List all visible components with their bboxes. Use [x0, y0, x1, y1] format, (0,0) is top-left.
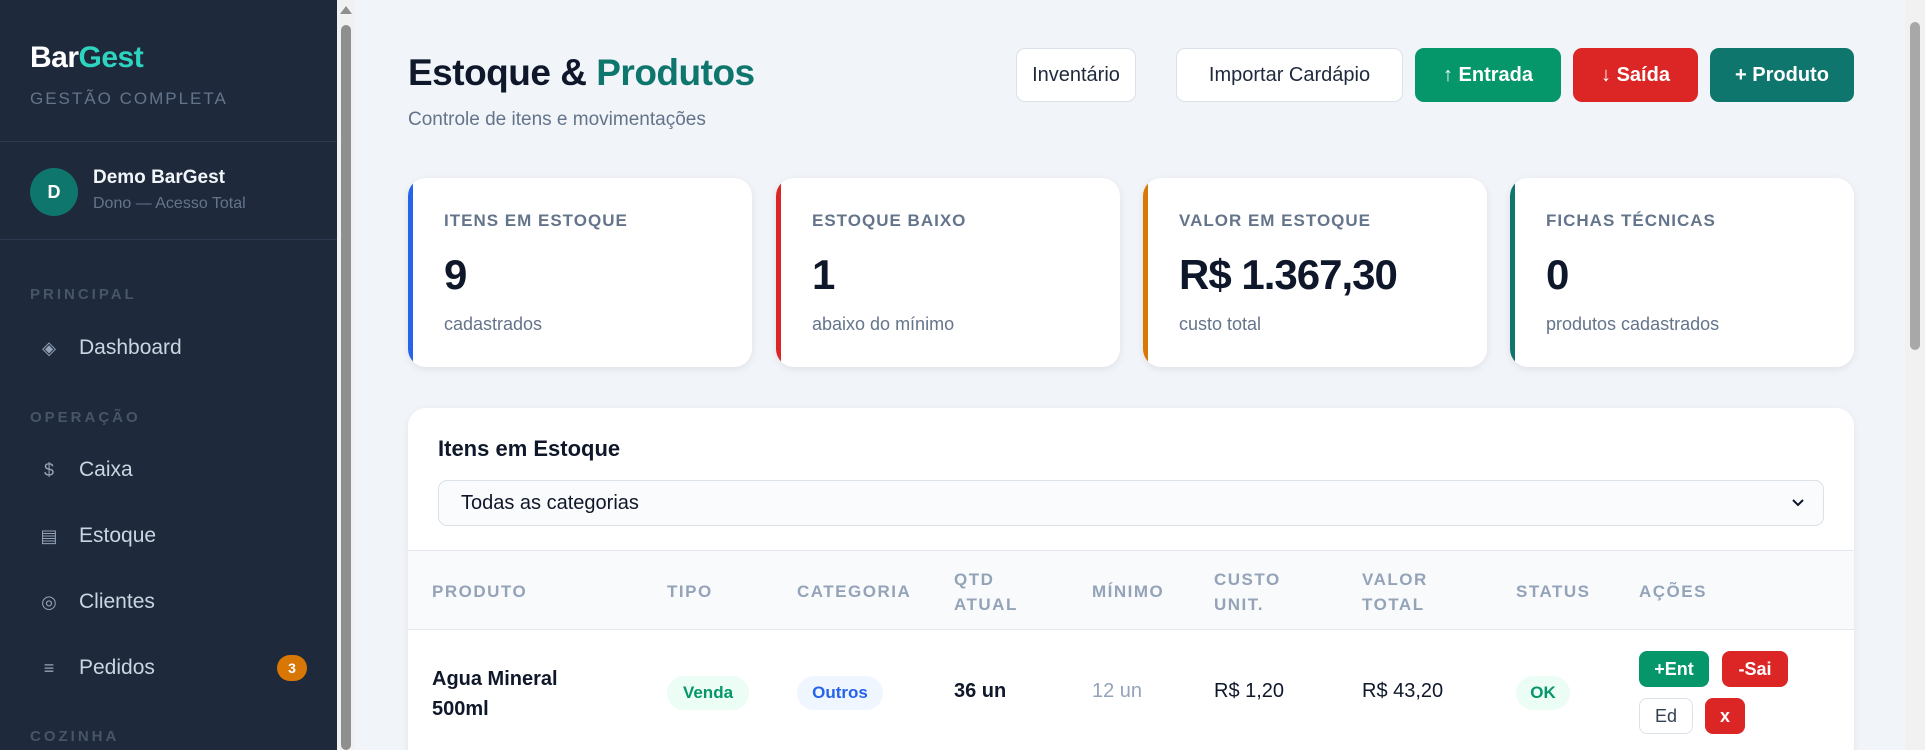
sidebar-item-caixa[interactable]: $ Caixa: [0, 444, 337, 496]
inventario-button[interactable]: Inventário: [1016, 48, 1136, 102]
sidebar-item-clientes[interactable]: ◎ Clientes: [0, 576, 337, 628]
stat-note: produtos cadastrados: [1546, 314, 1720, 334]
user-name: Demo BarGest: [93, 167, 225, 188]
col-qtd: QTD ATUAL: [954, 570, 1018, 614]
stock-table-panel: Itens em Estoque Todas as categorias PRO…: [408, 408, 1854, 750]
cell-minimo: 12 un: [1092, 680, 1143, 702]
stat-card-valor: VALOR EM ESTOQUE R$ 1.367,30 custo total: [1143, 178, 1487, 367]
col-valor: VALOR TOTAL: [1362, 570, 1428, 614]
page-subtitle: Controle de itens e movimentações: [408, 109, 706, 130]
saida-button[interactable]: ↓ Saída: [1573, 48, 1698, 102]
sidebar-item-label: Dashboard: [79, 336, 182, 359]
accent-bar: [408, 178, 413, 367]
stat-label: VALOR EM ESTOQUE: [1179, 211, 1372, 230]
stat-card-fichas: FICHAS TÉCNICAS 0 produtos cadastrados: [1510, 178, 1854, 367]
importar-cardapio-button[interactable]: Importar Cardápio: [1176, 48, 1403, 102]
nav-section-operacao: OPERAÇÃO: [30, 409, 141, 426]
dollar-icon: $: [43, 459, 54, 480]
col-custo: CUSTO UNIT.: [1214, 570, 1281, 614]
stat-card-estoque-baixo: ESTOQUE BAIXO 1 abaixo do mínimo: [776, 178, 1120, 367]
brand-logo[interactable]: BarGest: [30, 41, 144, 75]
entrada-row-button[interactable]: +Ent: [1639, 651, 1709, 687]
tipo-badge: Venda: [667, 676, 749, 710]
sidebar-item-estoque[interactable]: ▤ Estoque: [0, 510, 337, 562]
col-status: STATUS: [1516, 582, 1591, 601]
sidebar-item-pedidos[interactable]: ≡ Pedidos 3: [0, 642, 337, 694]
dashboard-icon: ◈: [42, 337, 56, 358]
stat-value: 1: [812, 251, 835, 298]
saida-row-button[interactable]: -Sai: [1722, 651, 1788, 687]
stat-note: custo total: [1179, 314, 1262, 334]
stat-value: 9: [444, 251, 467, 298]
col-produto: PRODUTO: [432, 582, 528, 601]
edit-row-button[interactable]: Ed: [1639, 698, 1693, 734]
accent-bar: [1143, 178, 1148, 367]
stat-value: 0: [1546, 251, 1569, 298]
sidebar-item-label: Caixa: [79, 458, 133, 481]
sidebar-item-label: Clientes: [79, 590, 155, 613]
brand-subtitle: GESTÃO COMPLETA: [30, 89, 228, 108]
sidebar: BarGest GESTÃO COMPLETA D Demo BarGest D…: [0, 0, 337, 750]
orders-icon: ≡: [43, 657, 55, 678]
stat-note: abaixo do mínimo: [812, 314, 955, 334]
col-categoria: CATEGORIA: [797, 582, 912, 601]
chevron-down-icon: [1792, 499, 1804, 507]
cell-qtd: 36 un: [954, 680, 1007, 702]
scroll-up-arrow-icon[interactable]: [340, 6, 352, 14]
stat-value: R$ 1.367,30: [1179, 251, 1398, 298]
col-tipo: TIPO: [667, 582, 713, 601]
col-minimo: MÍNIMO: [1092, 582, 1165, 601]
sidebar-scrollbar[interactable]: [337, 0, 355, 750]
sidebar-item-label: Estoque: [79, 524, 157, 547]
sidebar-item-dashboard[interactable]: ◈ Dashboard: [0, 322, 337, 374]
category-filter-select[interactable]: Todas as categorias: [438, 480, 1824, 526]
nav-section-cozinha: COZINHA: [30, 728, 120, 745]
categoria-badge: Outros: [797, 676, 883, 710]
avatar: D: [30, 168, 78, 216]
clients-icon: ◎: [41, 591, 57, 612]
stat-label: ESTOQUE BAIXO: [812, 211, 967, 230]
inventory-icon: ▤: [40, 525, 58, 546]
cell-valor: R$ 43,20: [1362, 680, 1444, 702]
scrollbar-thumb[interactable]: [341, 25, 351, 750]
page-title: Estoque & Produtos: [408, 52, 755, 93]
stat-label: ITENS EM ESTOQUE: [444, 211, 628, 230]
add-produto-button[interactable]: + Produto: [1710, 48, 1854, 102]
cell-custo: R$ 1,20: [1214, 680, 1285, 702]
divider: [0, 141, 337, 142]
select-value: Todas as categorias: [461, 491, 639, 514]
accent-bar: [776, 178, 781, 367]
panel-title: Itens em Estoque: [438, 436, 621, 461]
nav-section-principal: PRINCIPAL: [30, 286, 137, 303]
delete-row-button[interactable]: x: [1705, 698, 1745, 734]
status-badge: OK: [1516, 676, 1570, 710]
divider: [0, 239, 337, 240]
stat-card-itens: ITENS EM ESTOQUE 9 cadastrados: [408, 178, 752, 367]
col-acoes: AÇÕES: [1639, 582, 1707, 601]
stat-label: FICHAS TÉCNICAS: [1546, 211, 1716, 230]
entrada-button[interactable]: ↑ Entrada: [1415, 48, 1561, 102]
table-header: PRODUTO TIPO CATEGORIA QTD ATUAL MÍNIMO C…: [408, 550, 1854, 630]
sidebar-item-label: Pedidos: [79, 656, 155, 679]
page-scrollbar[interactable]: [1905, 0, 1925, 750]
cell-produto: Agua Mineral 500ml: [432, 668, 558, 720]
pedidos-count-badge: 3: [277, 655, 307, 681]
accent-bar: [1510, 178, 1515, 367]
user-role: Dono — Acesso Total: [93, 195, 246, 212]
stat-note: cadastrados: [444, 314, 543, 334]
scrollbar-thumb[interactable]: [1910, 22, 1920, 350]
